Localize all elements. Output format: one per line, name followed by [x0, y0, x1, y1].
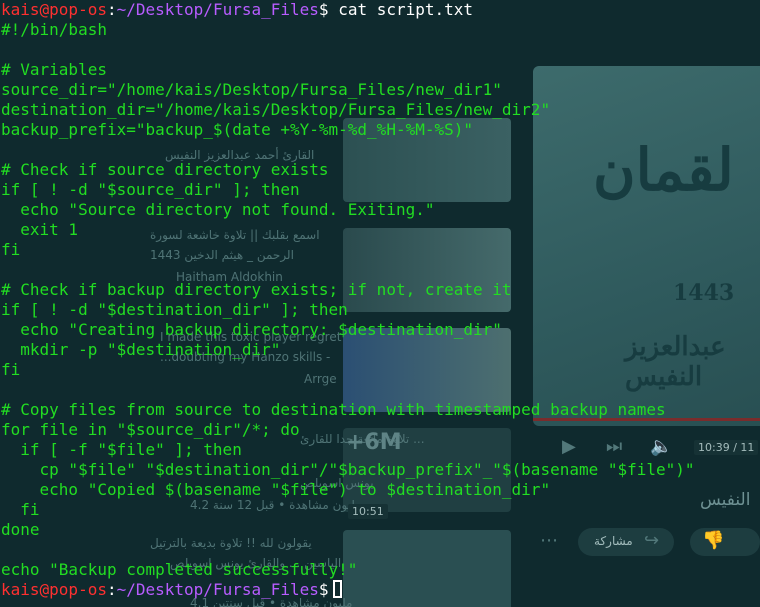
script-line — [1, 540, 760, 560]
prompt-separator: : — [106, 580, 117, 599]
script-line — [1, 380, 760, 400]
script-line: fi — [1, 360, 21, 379]
prompt-user-host: kais@pop-os — [1, 0, 107, 19]
script-line — [1, 140, 760, 160]
script-line: exit 1 — [1, 220, 79, 239]
script-line: echo "Copied $(basename "$file") to $des… — [1, 480, 551, 499]
script-line: for file in "$source_dir"/*; do — [1, 420, 300, 439]
script-line: #!/bin/bash — [1, 20, 107, 39]
script-line: # Check if backup directory exists; if n… — [1, 280, 512, 299]
script-line — [1, 260, 760, 280]
script-line: echo "Source directory not found. Exitin… — [1, 200, 435, 219]
script-line: fi — [1, 500, 40, 519]
script-line: # Copy files from source to destination … — [1, 400, 666, 419]
text-cursor[interactable] — [332, 580, 342, 598]
command-line: kais@pop-os:~/Desktop/Fursa_Files$ cat s… — [1, 0, 760, 20]
script-line: # Variables — [1, 60, 107, 79]
script-line: if [ -f "$file" ]; then — [1, 440, 242, 459]
script-line: done — [1, 520, 40, 539]
command-text: cat script.txt — [338, 0, 474, 19]
script-line: cp "$file" "$destination_dir"/"$backup_p… — [1, 460, 695, 479]
script-line — [1, 40, 760, 60]
script-line: backup_prefix="backup_$(date +%Y-%m-%d_%… — [1, 120, 474, 139]
script-line: fi — [1, 240, 21, 259]
prompt-path: ~/Desktop/Fursa_Files — [116, 0, 319, 19]
script-line: # Check if source directory exists — [1, 160, 329, 179]
active-prompt-line[interactable]: kais@pop-os:~/Desktop/Fursa_Files$ — [1, 580, 760, 600]
prompt-dollar: $ — [318, 580, 329, 599]
script-line: source_dir="/home/kais/Desktop/Fursa_Fil… — [1, 80, 502, 99]
prompt-user-host: kais@pop-os — [1, 580, 107, 599]
script-line: mkdir -p "$destination_dir" — [1, 340, 281, 359]
prompt-dollar: $ — [318, 0, 329, 19]
script-line: echo "Backup completed successfully!" — [1, 560, 358, 579]
script-line: if [ ! -d "$source_dir" ]; then — [1, 180, 300, 199]
prompt-separator: : — [106, 0, 117, 19]
terminal-output[interactable]: kais@pop-os:~/Desktop/Fursa_Files$ cat s… — [1, 0, 760, 600]
script-line: echo "Creating backup directory: $destin… — [1, 320, 502, 339]
script-line: destination_dir="/home/kais/Desktop/Furs… — [1, 100, 551, 119]
script-line: if [ ! -d "$destination_dir" ]; then — [1, 300, 348, 319]
prompt-path: ~/Desktop/Fursa_Files — [116, 580, 319, 599]
